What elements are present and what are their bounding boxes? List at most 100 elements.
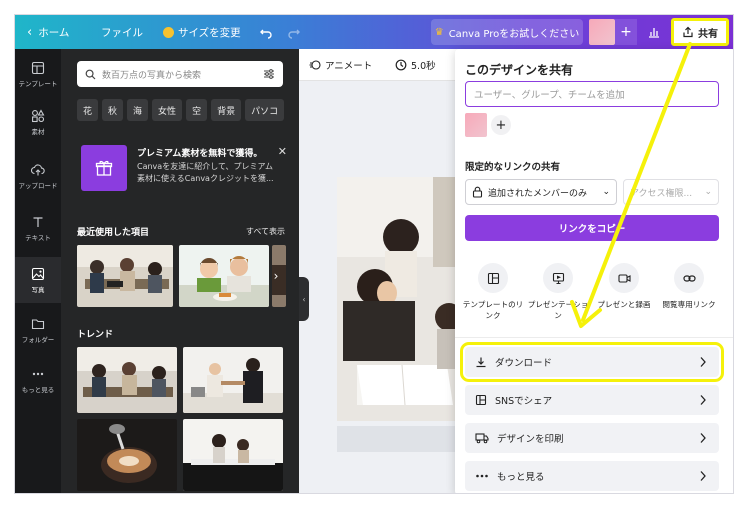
access-level-select: アクセス権限... ⌄ (623, 179, 719, 205)
rail-label: 素材 (31, 127, 45, 136)
keyword-chips: 花 秋 海 女性 空 背景 パソコ (77, 99, 285, 121)
row-label: もっと見る (497, 472, 545, 483)
search-placeholder: 数百万点の写真から検索 (102, 70, 202, 81)
option-label: プレゼンテーション (527, 300, 589, 320)
download-icon (476, 357, 486, 368)
option-label: プレゼンと録画 (597, 300, 651, 309)
chevron-down-icon: ⌄ (704, 187, 712, 197)
animate-button[interactable]: アニメート (309, 49, 372, 81)
divider (455, 337, 733, 338)
rail-label: もっと見る (21, 385, 55, 394)
link-icon (674, 263, 704, 293)
rail-item-upload[interactable]: アップロード (15, 153, 61, 199)
add-member-icon[interactable]: + (491, 115, 511, 135)
present-record-option[interactable]: プレゼンと録画 (592, 263, 656, 310)
template-link-option[interactable]: テンプレートのリンク (461, 263, 525, 321)
chip[interactable]: 花 (77, 99, 99, 121)
present-icon (543, 263, 573, 293)
editor-toolbar: アニメート 5.0秒 (299, 49, 469, 81)
member-avatar[interactable] (465, 113, 487, 137)
sns-share-row[interactable]: SNSでシェア (465, 385, 719, 415)
add-member-plus-icon[interactable]: + (615, 19, 637, 45)
home-label: ホーム (38, 26, 70, 39)
resize-label: サイズを変更 (178, 26, 241, 39)
chip[interactable]: 背景 (211, 99, 242, 121)
access-scope-value: 追加されたメンバーのみ (488, 188, 588, 199)
recent-photo-office[interactable] (77, 245, 173, 307)
rail-item-folder[interactable]: フォルダー (15, 307, 61, 353)
crown-icon: ♛ (434, 26, 444, 38)
undo-icon[interactable] (259, 15, 273, 49)
template-link-icon (478, 263, 508, 293)
option-label: 閲覧専用リンク (662, 300, 716, 309)
photo-icon (31, 267, 45, 280)
chip[interactable]: パソコ (245, 99, 285, 121)
animate-label: アニメート (325, 61, 373, 72)
add-people-input[interactable]: ユーザー、グループ、チームを追加 (465, 81, 719, 107)
recent-photo-kids[interactable] (179, 245, 269, 307)
rail-item-more[interactable]: もっと見る (15, 357, 61, 403)
collapse-panel-handle[interactable]: ‹ (299, 277, 309, 321)
elements-icon (32, 108, 45, 122)
recent-section-title: 最近使用した項目 (77, 228, 150, 238)
user-avatar[interactable] (589, 19, 615, 45)
chip[interactable]: 女性 (152, 99, 183, 121)
rail-label: テンプレート (18, 79, 58, 88)
animate-icon (309, 60, 321, 70)
access-scope-select[interactable]: 追加されたメンバーのみ ⌄ (465, 179, 617, 205)
more-icon (32, 372, 44, 375)
chip[interactable]: 空 (186, 99, 208, 121)
filter-sliders-icon[interactable] (262, 67, 276, 81)
photo-search-input[interactable]: 数百万点の写真から検索 (77, 61, 283, 87)
share-upload-icon (683, 26, 693, 38)
chip[interactable]: 秋 (102, 99, 124, 121)
insights-chart-icon[interactable] (647, 15, 661, 49)
see-all-link[interactable]: すべて表示 (246, 226, 285, 237)
row-label: デザインを印刷 (497, 434, 564, 445)
redo-icon[interactable] (287, 15, 301, 49)
home-button[interactable]: ‹ ホーム (27, 15, 69, 49)
rail-item-text[interactable]: テキスト (15, 205, 61, 251)
duration-button[interactable]: 5.0秒 (395, 49, 436, 81)
close-icon[interactable]: ✕ (278, 145, 287, 158)
chevron-right-icon (699, 356, 707, 371)
copy-link-button[interactable]: リンクをコピー (465, 215, 719, 241)
rail-item-elements[interactable]: 素材 (15, 99, 61, 145)
chevron-right-icon (699, 470, 707, 485)
download-row[interactable]: ダウンロード (460, 342, 724, 382)
page-strip[interactable] (337, 426, 469, 452)
resize-button[interactable]: サイズを変更 (163, 15, 241, 49)
rail-item-template[interactable]: テンプレート (15, 51, 61, 97)
more-options-row[interactable]: もっと見る (465, 461, 719, 491)
canva-window: ‹ ホーム ファイル サイズを変更 ♛ Canva Proをお試しください + … (14, 14, 734, 494)
premium-promo-card[interactable]: プレミアム素材を無料で獲得。 Canvaを友達に紹介して、プレミアム素材に使える… (77, 141, 289, 201)
upload-icon (31, 163, 45, 175)
trend-photo-handshake[interactable] (183, 347, 283, 413)
record-icon (609, 263, 639, 293)
view-only-link-option[interactable]: 閲覧専用リンク (657, 263, 721, 310)
promo-body: Canvaを友達に紹介して、プレミアム素材に使えるCanvaクレジットを獲... (137, 162, 274, 183)
share-panel: このデザインを共有 ユーザー、グループ、チームを追加 + 限定的なリンクの共有 … (455, 49, 733, 493)
chip[interactable]: 海 (127, 99, 149, 121)
trend-photo-team[interactable] (77, 347, 177, 413)
chevron-down-icon: ⌄ (602, 187, 610, 197)
trend-photo-coffee[interactable] (77, 419, 177, 491)
rail-label: フォルダー (21, 335, 55, 344)
file-menu[interactable]: ファイル (101, 15, 143, 49)
share-button[interactable]: 共有 (671, 18, 729, 46)
print-icon (475, 433, 489, 444)
try-pro-button[interactable]: ♛ Canva Proをお試しください (431, 19, 583, 45)
duration-label: 5.0秒 (411, 61, 436, 72)
chevron-right-icon (699, 394, 707, 409)
row-label: ダウンロード (495, 358, 553, 369)
print-design-row[interactable]: デザインを印刷 (465, 423, 719, 453)
trend-section-title: トレンド (77, 330, 114, 340)
chevron-right-icon[interactable]: › (269, 245, 283, 307)
rail-label: 写真 (31, 285, 45, 294)
present-option[interactable]: プレゼンテーション (526, 263, 590, 321)
rail-item-photo[interactable]: 写真 (15, 257, 61, 303)
chevron-right-icon (699, 432, 707, 447)
trend-photo-piano[interactable] (183, 419, 283, 491)
share-label: 共有 (698, 28, 718, 40)
canvas-design-photo[interactable] (337, 177, 469, 421)
